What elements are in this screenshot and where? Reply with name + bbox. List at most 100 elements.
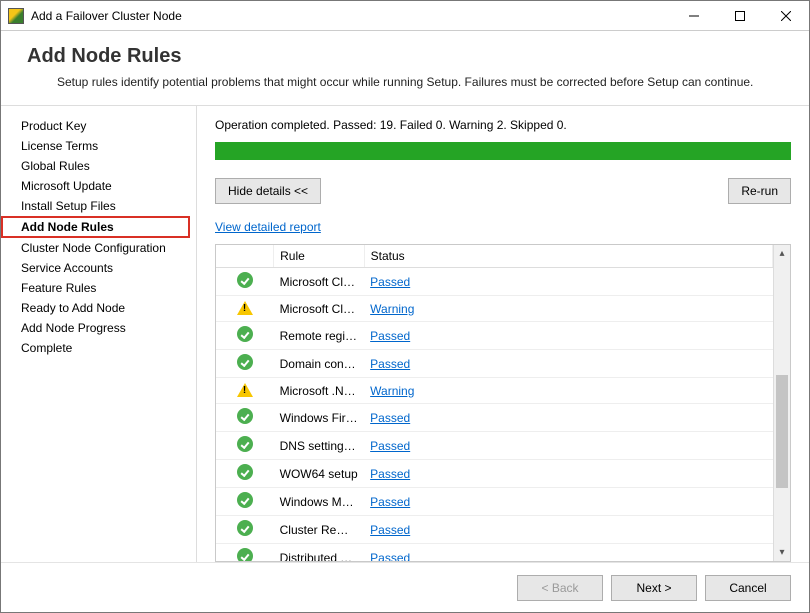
table-row[interactable]: Microsoft .NET Application Security Warni… bbox=[216, 378, 773, 404]
rules-grid: Rule Status Microsoft Cluster Service (M… bbox=[216, 245, 773, 561]
titlebar: Add a Failover Cluster Node bbox=[1, 1, 809, 31]
rule-status: Passed bbox=[364, 404, 772, 432]
scroll-thumb[interactable] bbox=[776, 375, 788, 488]
status-link[interactable]: Passed bbox=[370, 467, 410, 481]
table-row[interactable]: Windows Firewall Passed bbox=[216, 404, 773, 432]
scroll-track[interactable] bbox=[774, 262, 790, 544]
page-desc: Setup rules identify potential problems … bbox=[57, 74, 757, 91]
minimize-button[interactable] bbox=[671, 1, 717, 31]
scroll-down-icon[interactable]: ▾ bbox=[774, 544, 790, 561]
passed-icon bbox=[216, 516, 274, 544]
footer: < Back Next > Cancel bbox=[1, 562, 809, 612]
app-icon bbox=[8, 8, 24, 24]
sidebar-item[interactable]: Product Key bbox=[1, 116, 196, 136]
sidebar-item[interactable]: Cluster Node Configuration bbox=[1, 238, 196, 258]
table-row[interactable]: DNS settings (MY-SQL02) Passed bbox=[216, 432, 773, 460]
rule-status: Passed bbox=[364, 268, 772, 296]
status-link[interactable]: Passed bbox=[370, 275, 410, 289]
rule-status: Warning bbox=[364, 296, 772, 322]
col-rule[interactable]: Rule bbox=[274, 245, 365, 268]
table-row[interactable]: Windows Management Instrumentation (WMI)… bbox=[216, 488, 773, 516]
rule-name: Microsoft Cluster Service (MSCS) cluster… bbox=[274, 268, 365, 296]
rule-name: Microsoft .NET Application Security bbox=[274, 378, 365, 404]
sidebar-item[interactable]: Microsoft Update bbox=[1, 176, 196, 196]
status-link[interactable]: Passed bbox=[370, 495, 410, 509]
window-title: Add a Failover Cluster Node bbox=[31, 9, 671, 23]
status-link[interactable]: Passed bbox=[370, 523, 410, 537]
warning-icon bbox=[216, 378, 274, 404]
sidebar-item[interactable]: Complete bbox=[1, 338, 196, 358]
sidebar-item[interactable]: Global Rules bbox=[1, 156, 196, 176]
rule-name: DNS settings (MY-SQL02) bbox=[274, 432, 365, 460]
table-row[interactable]: Microsoft Cluster Service (MSCS) cluster… bbox=[216, 296, 773, 322]
rule-status: Passed bbox=[364, 350, 772, 378]
passed-icon bbox=[216, 460, 274, 488]
status-link[interactable]: Passed bbox=[370, 439, 410, 453]
status-link[interactable]: Passed bbox=[370, 329, 410, 343]
header: Add Node Rules Setup rules identify pote… bbox=[1, 31, 809, 106]
table-row[interactable]: Cluster Remote Access (MY-SQL01) Passed bbox=[216, 516, 773, 544]
passed-icon bbox=[216, 544, 274, 561]
rule-name: WOW64 setup bbox=[274, 460, 365, 488]
action-row: Hide details << Re-run bbox=[215, 178, 791, 204]
rule-status: Passed bbox=[364, 322, 772, 350]
table-row[interactable]: WOW64 setup Passed bbox=[216, 460, 773, 488]
rule-name: Remote registry service (MY-SQL02) bbox=[274, 322, 365, 350]
sidebar-item[interactable]: Ready to Add Node bbox=[1, 298, 196, 318]
rule-name: Distributed Transaction Coordinator (MSD… bbox=[274, 544, 365, 561]
sidebar-item[interactable]: Add Node Rules bbox=[1, 216, 190, 238]
operation-status: Operation completed. Passed: 19. Failed … bbox=[215, 118, 791, 132]
cancel-button[interactable]: Cancel bbox=[705, 575, 791, 601]
hide-details-button[interactable]: Hide details << bbox=[215, 178, 321, 204]
status-link[interactable]: Warning bbox=[370, 384, 414, 398]
rerun-button[interactable]: Re-run bbox=[728, 178, 791, 204]
passed-icon bbox=[216, 488, 274, 516]
rule-name: Microsoft Cluster Service (MSCS) cluster… bbox=[274, 296, 365, 322]
sidebar-item[interactable]: Add Node Progress bbox=[1, 318, 196, 338]
report-link-row: View detailed report bbox=[215, 220, 791, 234]
page-title: Add Node Rules bbox=[27, 45, 783, 68]
sidebar-item[interactable]: Install Setup Files bbox=[1, 196, 196, 216]
passed-icon bbox=[216, 268, 274, 296]
status-link[interactable]: Passed bbox=[370, 357, 410, 371]
scrollbar[interactable]: ▴ ▾ bbox=[773, 245, 790, 561]
status-link[interactable]: Warning bbox=[370, 302, 414, 316]
nav-sidebar: Product KeyLicense TermsGlobal RulesMicr… bbox=[1, 106, 197, 562]
body: Product KeyLicense TermsGlobal RulesMicr… bbox=[1, 106, 809, 562]
table-row[interactable]: Microsoft Cluster Service (MSCS) cluster… bbox=[216, 268, 773, 296]
table-header-row: Rule Status bbox=[216, 245, 773, 268]
rule-name: Windows Firewall bbox=[274, 404, 365, 432]
content-pane: Operation completed. Passed: 19. Failed … bbox=[197, 106, 809, 562]
rules-table: Rule Status Microsoft Cluster Service (M… bbox=[216, 245, 773, 561]
rule-status: Passed bbox=[364, 516, 772, 544]
rule-name: Windows Management Instrumentation (WMI)… bbox=[274, 488, 365, 516]
passed-icon bbox=[216, 432, 274, 460]
rule-status: Passed bbox=[364, 544, 772, 561]
sidebar-item[interactable]: Service Accounts bbox=[1, 258, 196, 278]
col-icon[interactable] bbox=[216, 245, 274, 268]
wizard-window: Add a Failover Cluster Node Add Node Rul… bbox=[0, 0, 810, 613]
col-status[interactable]: Status bbox=[364, 245, 772, 268]
back-button[interactable]: < Back bbox=[517, 575, 603, 601]
sidebar-item[interactable]: Feature Rules bbox=[1, 278, 196, 298]
rule-status: Passed bbox=[364, 432, 772, 460]
view-detailed-report-link[interactable]: View detailed report bbox=[215, 220, 321, 234]
rule-status: Warning bbox=[364, 378, 772, 404]
rule-name: Domain controller bbox=[274, 350, 365, 378]
table-row[interactable]: Distributed Transaction Coordinator (MSD… bbox=[216, 544, 773, 561]
passed-icon bbox=[216, 322, 274, 350]
rule-name: Cluster Remote Access (MY-SQL01) bbox=[274, 516, 365, 544]
sidebar-item[interactable]: License Terms bbox=[1, 136, 196, 156]
scroll-up-icon[interactable]: ▴ bbox=[774, 245, 790, 262]
close-button[interactable] bbox=[763, 1, 809, 31]
rule-status: Passed bbox=[364, 460, 772, 488]
passed-icon bbox=[216, 350, 274, 378]
rule-status: Passed bbox=[364, 488, 772, 516]
table-row[interactable]: Domain controller Passed bbox=[216, 350, 773, 378]
next-button[interactable]: Next > bbox=[611, 575, 697, 601]
maximize-button[interactable] bbox=[717, 1, 763, 31]
table-row[interactable]: Remote registry service (MY-SQL02) Passed bbox=[216, 322, 773, 350]
status-link[interactable]: Passed bbox=[370, 551, 410, 561]
status-link[interactable]: Passed bbox=[370, 411, 410, 425]
passed-icon bbox=[216, 404, 274, 432]
